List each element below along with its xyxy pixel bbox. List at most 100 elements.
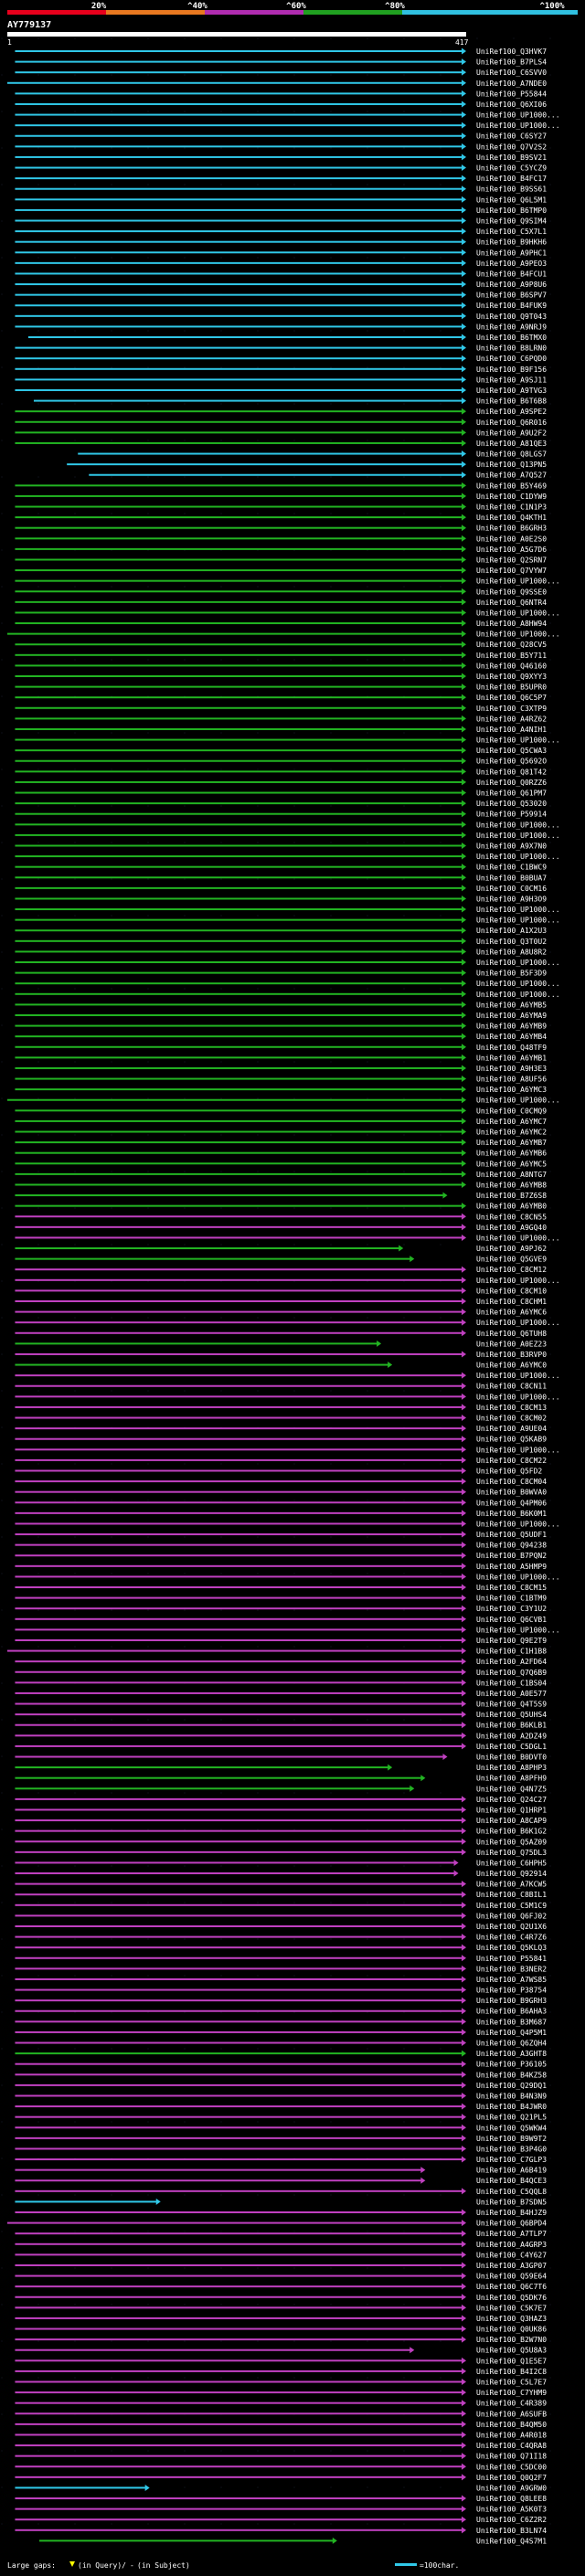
hit-label[interactable]: UniRef100_C5K7E7 [476,2304,547,2312]
hit-label[interactable]: UniRef100_B0DVT0 [476,1754,547,1762]
hit-label[interactable]: UniRef100_Q0UK86 [476,2326,547,2334]
hit-label[interactable]: UniRef100_C3XTP9 [476,705,547,713]
hit-label[interactable]: UniRef100_A8PFH9 [476,1775,547,1783]
hit-label[interactable]: UniRef100_B4QM50 [476,2421,547,2429]
hit-label[interactable]: UniRef100_Q21PL5 [476,2114,547,2122]
hit-label[interactable]: UniRef100_A2FD64 [476,1658,547,1666]
hit-label[interactable]: UniRef100_UP1000... [476,1319,560,1327]
hit-label[interactable]: UniRef100_Q5U8A3 [476,2347,547,2355]
hit-label[interactable]: UniRef100_Q5UHS4 [476,1711,547,1719]
hit-label[interactable]: UniRef100_C8CM15 [476,1584,547,1592]
hit-label[interactable]: UniRef100_C0CMQ9 [476,1107,547,1115]
hit-label[interactable]: UniRef100_A6YMC0 [476,1362,547,1370]
hit-label[interactable]: UniRef100_C8CM02 [476,1415,547,1423]
hit-label[interactable]: UniRef100_B4FC17 [476,175,547,183]
hit-label[interactable]: UniRef100_Q3T0U2 [476,938,547,946]
hit-label[interactable]: UniRef100_A6YMB5 [476,1001,547,1009]
hit-label[interactable]: UniRef100_B9SS61 [476,186,547,194]
hit-label[interactable]: UniRef100_Q28CV5 [476,641,547,649]
hit-label[interactable]: UniRef100_Q5WKW4 [476,2124,547,2132]
hit-label[interactable]: UniRef100_C8CM10 [476,1287,547,1295]
hit-label[interactable]: UniRef100_B3P4G0 [476,2145,547,2153]
hit-label[interactable]: UniRef100_UP1000... [476,1626,560,1634]
hit-label[interactable]: UniRef100_C8CM22 [476,1457,547,1465]
hit-label[interactable]: UniRef100_B3M687 [476,2018,547,2026]
hit-label[interactable]: UniRef100_A81QE3 [476,440,547,448]
hit-label[interactable]: UniRef100_UP1000... [476,1393,560,1401]
hit-label[interactable]: UniRef100_C6PQD0 [476,355,547,363]
hit-label[interactable]: UniRef100_C8CM13 [476,1404,547,1412]
hit-label[interactable]: UniRef100_C4QRA8 [476,2442,547,2450]
hit-label[interactable]: UniRef100_Q46160 [476,662,547,670]
hit-label[interactable]: UniRef100_A6YMC7 [476,1118,547,1126]
hit-label[interactable]: UniRef100_UP1000... [476,980,560,988]
hit-label[interactable]: UniRef100_B4JWR0 [476,2103,547,2111]
hit-label[interactable]: UniRef100_C1BWC9 [476,864,547,872]
hit-label[interactable]: UniRef100_Q5DK76 [476,2294,547,2302]
hit-label[interactable]: UniRef100_C8CN55 [476,1213,547,1221]
hit-label[interactable]: UniRef100_Q5UDF1 [476,1531,547,1539]
hit-label[interactable]: UniRef100_Q1E5E7 [476,2357,547,2365]
hit-label[interactable]: UniRef100_Q6CVB1 [476,1616,547,1624]
hit-label[interactable]: UniRef100_B6AHA3 [476,2008,547,2016]
hit-label[interactable]: UniRef100_B4FCU1 [476,270,547,278]
hit-label[interactable]: UniRef100_UP1000... [476,1573,560,1581]
hit-label[interactable]: UniRef100_A8UF56 [476,1076,547,1084]
hit-label[interactable]: UniRef100_A9NRJ9 [476,323,547,331]
hit-label[interactable]: UniRef100_A6YMB0 [476,1203,547,1211]
hit-label[interactable]: UniRef100_Q53020 [476,800,547,808]
hit-label[interactable]: UniRef100_A6YMB9 [476,1023,547,1031]
hit-label[interactable]: UniRef100_B5UPR0 [476,684,547,692]
hit-label[interactable]: UniRef100_A6SUFB [476,2410,547,2418]
hit-label[interactable]: UniRef100_C6SY27 [476,133,547,141]
hit-label[interactable]: UniRef100_A8PHP3 [476,1764,547,1772]
hit-label[interactable]: UniRef100_B2W7N0 [476,2336,547,2344]
hit-label[interactable]: UniRef100_Q4N7Z5 [476,1785,547,1793]
hit-label[interactable]: UniRef100_Q9XYY3 [476,673,547,681]
hit-label[interactable]: UniRef100_B5Y711 [476,652,547,660]
hit-label[interactable]: UniRef100_UP1000... [476,111,560,120]
hit-label[interactable]: UniRef100_A4NIH1 [476,726,547,734]
hit-label[interactable]: UniRef100_B6SPV7 [476,292,547,300]
hit-label[interactable]: UniRef100_A7TLP7 [476,2230,547,2238]
hit-label[interactable]: UniRef100_B6TMP0 [476,207,547,215]
hit-label[interactable]: UniRef100_A4R018 [476,2431,547,2439]
hit-label[interactable]: UniRef100_B9F156 [476,366,547,374]
hit-label[interactable]: UniRef100_Q4PM06 [476,1499,547,1507]
hit-label[interactable]: UniRef100_B0WVA0 [476,1489,547,1497]
hit-label[interactable]: UniRef100_Q9E2T9 [476,1637,547,1645]
hit-label[interactable]: UniRef100_Q5AZ09 [476,1838,547,1846]
hit-label[interactable]: UniRef100_UP1000... [476,1372,560,1380]
hit-label[interactable]: UniRef100_Q6R016 [476,419,547,427]
hit-label[interactable]: UniRef100_A8U8R2 [476,948,547,956]
hit-label[interactable]: UniRef100_Q0RZZ6 [476,779,547,787]
hit-label[interactable]: UniRef100_B8LRN0 [476,345,547,353]
hit-label[interactable]: UniRef100_A9PJ62 [476,1245,547,1253]
hit-label[interactable]: UniRef100_Q9T043 [476,313,547,321]
hit-label[interactable]: UniRef100_Q9SIM4 [476,217,547,225]
hit-label[interactable]: UniRef100_Q6L5M1 [476,196,547,204]
hit-label[interactable]: UniRef100_Q6BPD4 [476,2220,547,2228]
hit-label[interactable]: UniRef100_C5YCZ9 [476,164,547,173]
hit-label[interactable]: UniRef100_C5X7L1 [476,228,547,236]
hit-label[interactable]: UniRef100_Q92914 [476,1870,547,1878]
hit-label[interactable]: UniRef100_A4RZ62 [476,715,547,723]
hit-label[interactable]: UniRef100_C4R389 [476,2400,547,2408]
hit-label[interactable]: UniRef100_A6YMB7 [476,1139,547,1147]
hit-label[interactable]: UniRef100_Q13PN5 [476,461,547,469]
hit-label[interactable]: UniRef100_C6Z2R2 [476,2516,547,2524]
hit-label[interactable]: UniRef100_A8HW94 [476,620,547,628]
hit-label[interactable]: UniRef100_C7GLP3 [476,2156,547,2164]
hit-label[interactable]: UniRef100_Q4S7M1 [476,2537,547,2545]
hit-label[interactable]: UniRef100_C8CM12 [476,1266,547,1274]
hit-label[interactable]: UniRef100_B6K1G2 [476,1828,547,1836]
hit-label[interactable]: UniRef100_B9GRH3 [476,1997,547,2005]
hit-label[interactable]: UniRef100_B3NER2 [476,1965,547,1973]
hit-label[interactable]: UniRef100_Q6XI06 [476,101,547,109]
hit-label[interactable]: UniRef100_C1BTM9 [476,1595,547,1603]
hit-label[interactable]: UniRef100_C6HPH5 [476,1859,547,1867]
hit-label[interactable]: UniRef100_A0E577 [476,1690,547,1698]
hit-label[interactable]: UniRef100_B4FUK9 [476,302,547,310]
hit-label[interactable]: UniRef100_A9GQ40 [476,1224,547,1232]
hit-label[interactable]: UniRef100_B0BUA7 [476,874,547,882]
